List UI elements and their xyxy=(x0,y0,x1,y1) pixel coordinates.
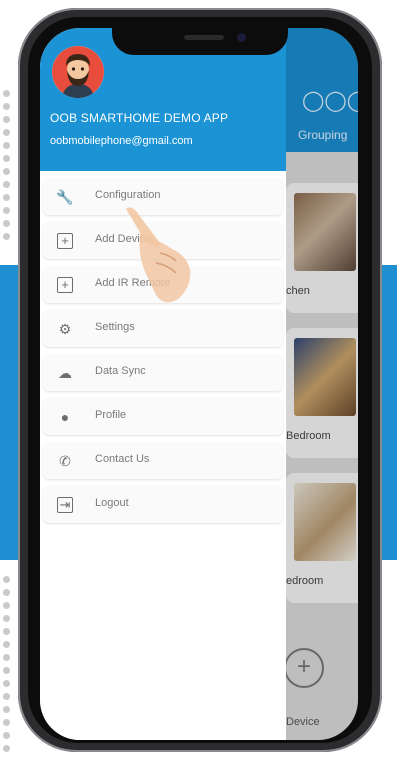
menu-item-contact-us[interactable]: ✆ Contact Us xyxy=(43,442,283,479)
menu-item-profile[interactable]: ● Profile xyxy=(43,398,283,435)
menu-item-logout[interactable]: ⇥ Logout xyxy=(43,486,283,523)
drawer-scrim[interactable] xyxy=(286,28,358,740)
menu-item-label: Data Sync xyxy=(95,365,146,377)
phone-icon: ✆ xyxy=(59,453,71,469)
menu-item-data-sync[interactable]: ☁ Data Sync xyxy=(43,354,283,391)
pointing-hand-illustration xyxy=(120,203,210,318)
person-icon: ● xyxy=(60,409,70,425)
menu-item-label: Logout xyxy=(95,497,129,509)
avatar[interactable] xyxy=(52,46,104,98)
decorative-dots-top xyxy=(0,90,14,246)
plus-box-icon: + xyxy=(57,277,73,293)
gear-icon: ⚙ xyxy=(58,321,72,337)
logout-icon: ⇥ xyxy=(57,497,73,513)
wrench-icon: 🔧 xyxy=(56,189,74,205)
app-name: OOB SMARTHOME DEMO APP xyxy=(50,111,229,125)
menu-item-label: Configuration xyxy=(95,189,161,201)
phone-notch xyxy=(112,25,288,55)
cloud-upload-icon: ☁ xyxy=(58,365,72,381)
navigation-drawer: OOB SMARTHOME DEMO APP oobmobilephone@gm… xyxy=(40,28,286,740)
decorative-dots-bottom xyxy=(0,576,14,758)
menu-item-label: Contact Us xyxy=(95,453,150,465)
user-email: oobmobilephone@gmail.com xyxy=(50,135,193,147)
front-camera xyxy=(237,33,246,42)
speaker-grille xyxy=(184,35,224,40)
phone-screen: ◯◯◯ Grouping chen Bedroom edroom + Devic… xyxy=(40,28,358,740)
menu-item-label: Settings xyxy=(95,321,135,333)
plus-box-icon: + xyxy=(57,233,73,249)
menu-item-label: Profile xyxy=(95,409,127,421)
